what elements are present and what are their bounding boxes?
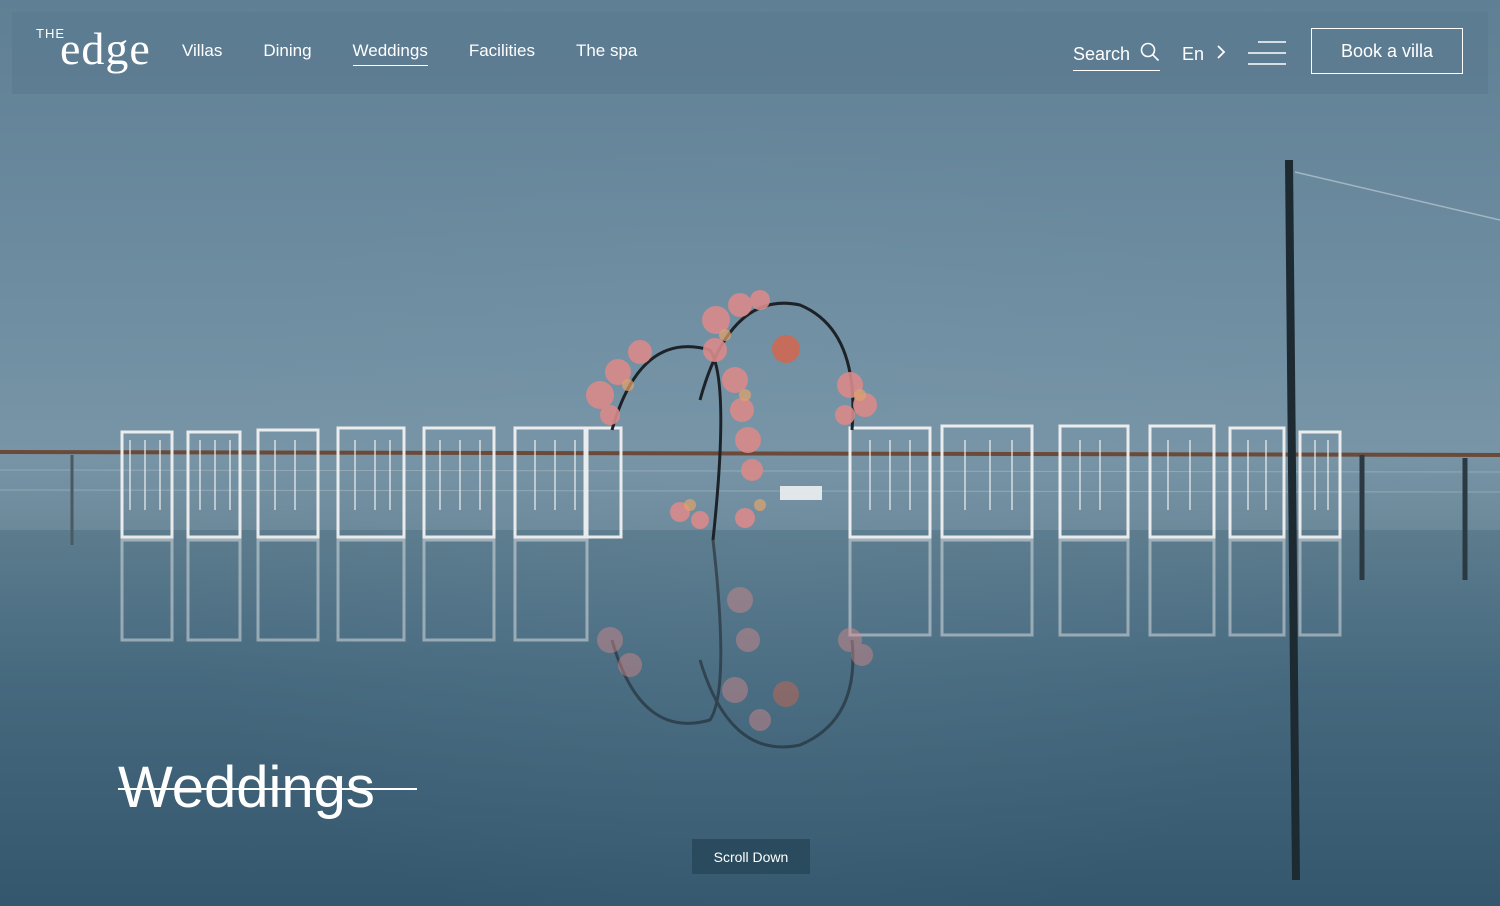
nav-item-villas[interactable]: Villas — [182, 41, 222, 65]
language-label: En — [1182, 43, 1205, 64]
menu-hamburger-icon[interactable] — [1248, 40, 1286, 66]
chevron-right-icon — [1216, 44, 1226, 65]
search-label: Search — [1073, 43, 1131, 64]
nav-item-weddings[interactable]: Weddings — [352, 41, 428, 66]
scroll-down-button[interactable]: Scroll Down — [692, 839, 810, 874]
nav-item-dining[interactable]: Dining — [263, 41, 311, 65]
main-menu: Villas Dining Weddings Facilities The sp… — [182, 12, 678, 94]
nav-item-the-spa[interactable]: The spa — [576, 41, 637, 65]
top-navigation-bar: THE edge Villas Dining Weddings Faciliti… — [12, 12, 1488, 94]
book-a-villa-button[interactable]: Book a villa — [1311, 28, 1463, 74]
nav-item-facilities[interactable]: Facilities — [469, 41, 535, 65]
language-selector[interactable]: En — [1182, 40, 1226, 68]
search-button[interactable]: Search — [1073, 40, 1161, 71]
brand-logo[interactable]: THE edge — [36, 24, 150, 84]
brand-logo-name: edge — [60, 23, 151, 74]
search-icon — [1140, 42, 1160, 67]
title-underline — [118, 788, 417, 790]
